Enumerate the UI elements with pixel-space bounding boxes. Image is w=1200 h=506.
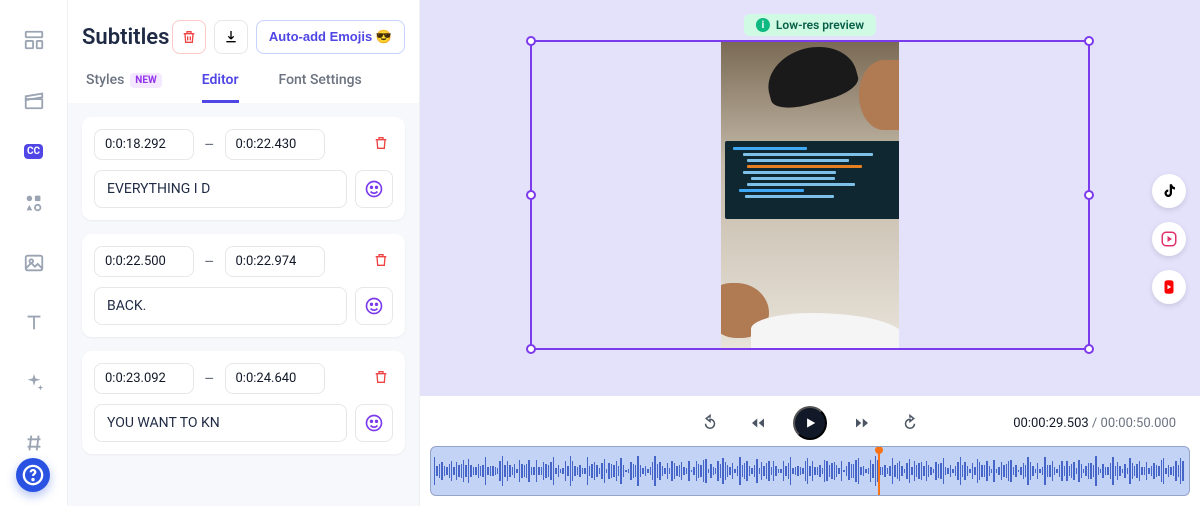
preview-stage: i Low-res preview (420, 0, 1200, 506)
subtitle-card: – (82, 351, 405, 454)
resize-handle[interactable] (526, 190, 536, 200)
timecode-sep: / (1089, 416, 1101, 431)
delete-all-button[interactable] (172, 20, 206, 54)
start-time-input[interactable] (94, 129, 194, 160)
end-time-input[interactable] (225, 363, 325, 394)
delete-subtitle-button[interactable] (369, 131, 393, 158)
nav-rail: CC (0, 0, 68, 506)
end-time-input[interactable] (225, 129, 325, 160)
info-icon: i (756, 18, 770, 32)
subtitle-card: – (82, 117, 405, 220)
preview-canvas[interactable]: i Low-res preview (420, 0, 1200, 396)
prev-button[interactable] (745, 410, 771, 436)
subtitle-card: – (82, 234, 405, 337)
resize-handle[interactable] (1084, 344, 1094, 354)
subtitle-panel: Subtitles Auto-add Emojis 😎 Styles NEW Ed… (68, 0, 420, 506)
emoji-picker-button[interactable] (355, 287, 393, 325)
resize-handle[interactable] (526, 36, 536, 46)
resize-handle[interactable] (526, 344, 536, 354)
share-youtube-button[interactable] (1152, 270, 1186, 304)
duration: 00:00:50.000 (1101, 416, 1176, 431)
lowres-label: Low-res preview (776, 18, 864, 32)
resize-handle[interactable] (1084, 190, 1094, 200)
tab-font-settings[interactable]: Font Settings (279, 72, 362, 103)
share-instagram-button[interactable] (1152, 222, 1186, 256)
new-badge: NEW (130, 73, 161, 88)
panel-tabs: Styles NEW Editor Font Settings (82, 72, 405, 103)
selection-frame[interactable] (530, 40, 1090, 350)
nav-sparkle-icon[interactable] (16, 367, 52, 399)
play-button[interactable] (793, 406, 827, 440)
nav-subtitles[interactable]: CC (24, 144, 43, 159)
auto-add-emojis-button[interactable]: Auto-add Emojis 😎 (256, 20, 405, 54)
emoji-picker-button[interactable] (355, 404, 393, 442)
lowres-badge: i Low-res preview (744, 14, 876, 36)
share-tiktok-button[interactable] (1152, 174, 1186, 208)
subtitle-text-input[interactable] (94, 287, 347, 325)
nav-image-icon[interactable] (16, 247, 52, 279)
current-time: 00:00:29.503 (1013, 416, 1088, 431)
delete-subtitle-button[interactable] (369, 365, 393, 392)
tab-styles-label: Styles (86, 72, 124, 88)
download-button[interactable] (214, 20, 248, 54)
start-time-input[interactable] (94, 363, 194, 394)
emoji-picker-button[interactable] (355, 170, 393, 208)
nav-template-icon[interactable] (16, 24, 52, 56)
subtitle-text-input[interactable] (94, 404, 347, 442)
dash: – (204, 369, 215, 388)
video-thumbnail[interactable] (721, 42, 899, 348)
share-column (1152, 174, 1186, 304)
subtitle-text-input[interactable] (94, 170, 347, 208)
end-time-input[interactable] (225, 246, 325, 277)
dash: – (204, 135, 215, 154)
nav-clapper-icon[interactable] (16, 84, 52, 116)
timeline[interactable] (430, 446, 1190, 496)
timecode: 00:00:29.503 / 00:00:50.000 (1013, 416, 1176, 431)
subtitle-list: – – (68, 103, 419, 506)
nav-shapes-icon[interactable] (16, 187, 52, 219)
start-time-input[interactable] (94, 246, 194, 277)
panel-title: Subtitles (82, 25, 169, 50)
help-button[interactable] (16, 458, 50, 492)
timeline-cursor[interactable] (878, 447, 880, 495)
resize-handle[interactable] (1084, 36, 1094, 46)
delete-subtitle-button[interactable] (369, 248, 393, 275)
nav-text-icon[interactable] (16, 307, 52, 339)
rewind-5s-button[interactable] (697, 410, 723, 436)
forward-5s-button[interactable] (897, 410, 923, 436)
tab-styles[interactable]: Styles NEW (86, 72, 162, 103)
waveform (431, 447, 1189, 495)
playback-controls: 00:00:29.503 / 00:00:50.000 (420, 396, 1200, 506)
tab-editor[interactable]: Editor (202, 72, 239, 103)
next-button[interactable] (849, 410, 875, 436)
dash: – (204, 252, 215, 271)
nav-hashtag-icon[interactable] (16, 427, 52, 459)
